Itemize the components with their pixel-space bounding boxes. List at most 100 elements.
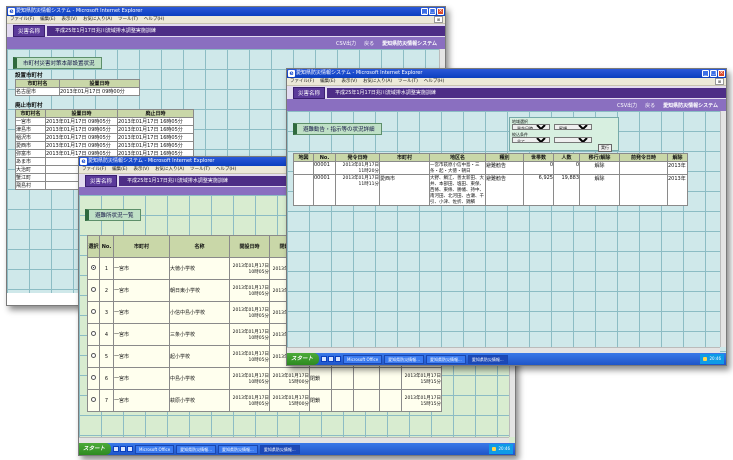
cell-city: 名古屋市 bbox=[15, 87, 60, 96]
col-set-time: 設置日時 bbox=[59, 79, 140, 88]
task-browser-1[interactable]: 愛知県防災情報... bbox=[384, 354, 424, 364]
windows-logo-icon: ⊞ bbox=[434, 16, 443, 23]
row-select-radio[interactable] bbox=[91, 331, 96, 336]
start-button[interactable]: スタート bbox=[287, 353, 320, 365]
vertical-scrollbar[interactable] bbox=[720, 111, 726, 347]
menu-tools[interactable]: ツール(T) bbox=[118, 16, 138, 23]
desktop-quicklaunch-icon[interactable] bbox=[120, 446, 127, 452]
cell-closed: 2013年01月17日 15時00分 bbox=[269, 389, 310, 412]
cell-map[interactable] bbox=[293, 161, 314, 175]
menu-tools[interactable]: ツール(T) bbox=[190, 166, 210, 173]
cell-opened: 2013年01月17日 10時05分 bbox=[229, 389, 270, 412]
cell-no: 00001 bbox=[313, 161, 336, 175]
sort-order-select[interactable]: 昇順 bbox=[554, 124, 592, 130]
col-type: 種別 bbox=[485, 153, 524, 162]
cell-issued: 2013年01月17日 11時11分 bbox=[335, 174, 380, 206]
menu-tools[interactable]: ツール(T) bbox=[398, 78, 418, 85]
menu-edit[interactable]: 編集(E) bbox=[40, 16, 55, 23]
cell-name: 大徳小学校 bbox=[169, 257, 230, 280]
cell-blank bbox=[379, 367, 402, 390]
row-select-radio[interactable] bbox=[91, 309, 96, 314]
start-button[interactable]: スタート bbox=[79, 443, 112, 455]
window-title: 愛知県防災情報システム - Microsoft Internet Explore… bbox=[88, 158, 215, 164]
cell-status: 解除 bbox=[579, 161, 620, 175]
system-name: 愛知県防災情報システム bbox=[382, 40, 437, 47]
csv-export-link[interactable]: CSV出力 bbox=[336, 40, 356, 47]
menu-view[interactable]: 表示(V) bbox=[341, 78, 357, 85]
task-browser-2[interactable]: 愛知県防災情報... bbox=[218, 444, 258, 454]
run-button[interactable]: 実行 bbox=[598, 144, 612, 152]
cell-map[interactable] bbox=[293, 174, 314, 206]
cell-city: 一宮市 bbox=[15, 117, 46, 126]
task-browser-3[interactable]: 愛知県防災情報... bbox=[467, 354, 508, 364]
select-cell bbox=[87, 323, 100, 346]
media-quicklaunch-icon[interactable] bbox=[335, 356, 342, 362]
minimize-button[interactable]: _ bbox=[421, 8, 428, 15]
cell-opened: 2013年01月17日 10時05分 bbox=[229, 367, 270, 390]
ie-quicklaunch-icon[interactable] bbox=[321, 356, 328, 362]
taskbar: スタート Microsoft Office 愛知県防災情報... 愛知県防災情報… bbox=[287, 353, 726, 365]
menu-edit[interactable]: 編集(E) bbox=[320, 78, 335, 85]
col-city: 市町村名 bbox=[15, 79, 60, 88]
system-tray: 20:46 bbox=[489, 444, 513, 454]
menu-bar: ファイル(F) 編集(E) 表示(V) お気に入り(A) ツール(T) ヘルプ(… bbox=[7, 16, 445, 24]
row-select-radio[interactable] bbox=[91, 353, 96, 358]
menu-help[interactable]: ヘルプ(H) bbox=[144, 16, 164, 23]
system-name: 愛知県防災情報システム bbox=[663, 102, 718, 109]
cell-set-time: 2013年01月17日 09時05分 bbox=[45, 133, 118, 142]
media-quicklaunch-icon[interactable] bbox=[127, 446, 134, 452]
table-row: 津島市 2013年01月17日 09時05分 2013年01月17日 16時05分 bbox=[15, 125, 194, 134]
close-button[interactable]: × bbox=[437, 8, 444, 15]
task-browser-2[interactable]: 愛知県防災情報... bbox=[426, 354, 466, 364]
csv-export-link[interactable]: CSV出力 bbox=[617, 102, 637, 109]
row-select-radio[interactable] bbox=[91, 375, 96, 380]
filter-extra-select[interactable] bbox=[554, 137, 592, 143]
table-row: 00001 2013年01月17日 11時20分 一宮市萩原小信中島・三条・起・大徳… bbox=[293, 161, 688, 175]
row-select-radio[interactable] bbox=[91, 397, 96, 402]
menu-favorites[interactable]: お気に入り(A) bbox=[83, 16, 112, 23]
clock: 20:46 bbox=[498, 446, 510, 451]
menu-file[interactable]: ファイル(F) bbox=[82, 166, 106, 173]
menu-edit[interactable]: 編集(E) bbox=[112, 166, 127, 173]
tray-icon bbox=[492, 447, 497, 451]
section-title: 市町村災害対策本部設置状況 bbox=[13, 57, 102, 69]
sort-key-select[interactable]: 発令日時 bbox=[512, 124, 550, 130]
task-browser-1[interactable]: 愛知県防災情報... bbox=[176, 444, 216, 454]
col-households: 世帯数 bbox=[523, 153, 554, 162]
menu-bar: ファイル(F) 編集(E) 表示(V) お気に入り(A) ツール(T) ヘルプ(… bbox=[287, 78, 726, 86]
desktop-quicklaunch-icon[interactable] bbox=[328, 356, 335, 362]
cell-city: 一宮市 bbox=[113, 367, 170, 390]
menu-file[interactable]: ファイル(F) bbox=[290, 78, 314, 85]
back-link[interactable]: 戻る bbox=[645, 102, 655, 109]
menu-help[interactable]: ヘルプ(H) bbox=[424, 78, 444, 85]
minimize-button[interactable]: _ bbox=[702, 70, 709, 77]
set-cities-title: 設置市町村 bbox=[15, 73, 43, 79]
maximize-button[interactable]: □ bbox=[429, 8, 436, 15]
menu-favorites[interactable]: お気に入り(A) bbox=[363, 78, 392, 85]
table-row: 一宮市 2013年01月17日 09時05分 2013年01月17日 16時05分 bbox=[15, 117, 194, 126]
system-tray: 20:46 bbox=[700, 354, 724, 364]
cell-people: 0 bbox=[553, 161, 580, 175]
menu-favorites[interactable]: お気に入り(A) bbox=[155, 166, 184, 173]
menu-help[interactable]: ヘルプ(H) bbox=[216, 166, 236, 173]
row-select-radio[interactable] bbox=[91, 287, 96, 292]
maximize-button[interactable]: □ bbox=[710, 70, 717, 77]
task-office[interactable]: Microsoft Office bbox=[343, 354, 383, 364]
cell-name: 朝日東小学校 bbox=[169, 279, 230, 302]
row-select-radio[interactable] bbox=[91, 265, 96, 270]
ie-quicklaunch-icon[interactable] bbox=[113, 446, 120, 452]
tray-icon bbox=[703, 357, 708, 361]
menu-view[interactable]: 表示(V) bbox=[133, 166, 149, 173]
menu-view[interactable]: 表示(V) bbox=[61, 16, 77, 23]
task-browser-3[interactable]: 愛知県防災情報... bbox=[259, 444, 300, 454]
cell-city: 蟹江町 bbox=[15, 173, 46, 182]
cell-extra: 2013年01月17日 15時15分 bbox=[401, 367, 442, 390]
menu-file[interactable]: ファイル(F) bbox=[10, 16, 34, 23]
task-office[interactable]: Microsoft Office bbox=[135, 444, 175, 454]
cell-abolished-time: 2013年01月17日 16時05分 bbox=[117, 133, 194, 142]
cell-no: 4 bbox=[99, 323, 114, 346]
filter-condition-select[interactable]: 全て bbox=[512, 137, 550, 143]
back-link[interactable]: 戻る bbox=[364, 40, 374, 47]
close-button[interactable]: × bbox=[718, 70, 725, 77]
cell-opened: 2013年01月17日 10時05分 bbox=[229, 323, 270, 346]
